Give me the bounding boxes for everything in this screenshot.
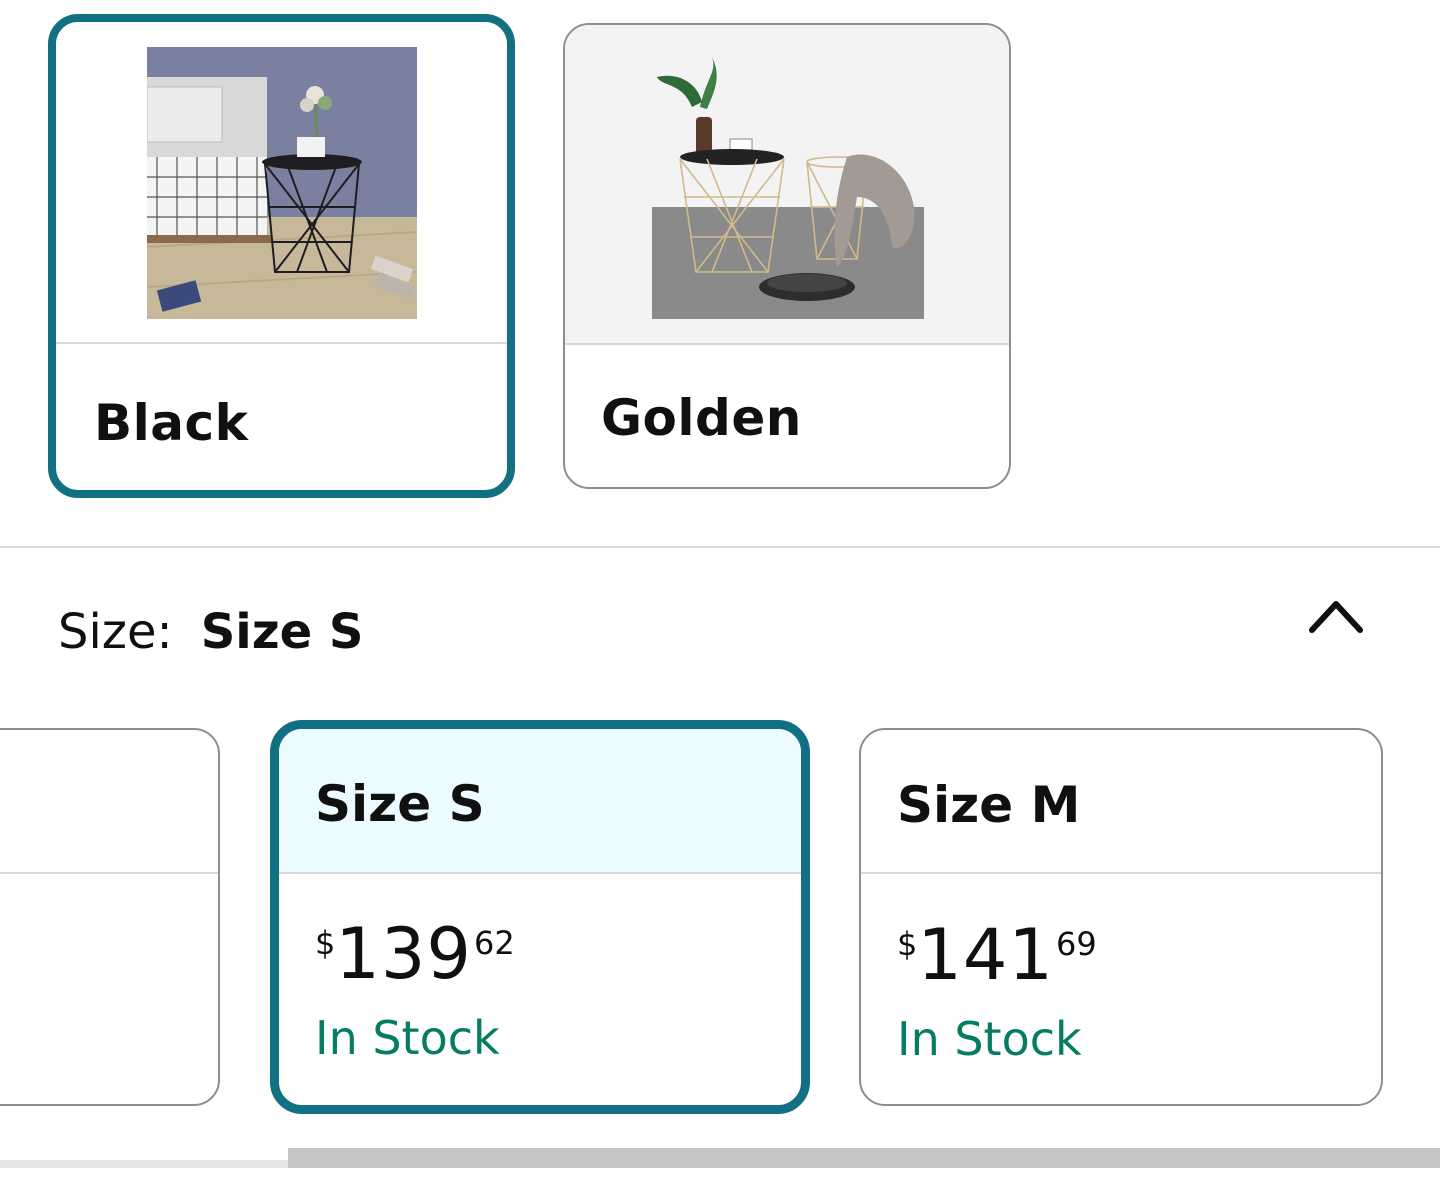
price-whole: 141 (917, 914, 1054, 996)
selected-size-value: Size S (200, 604, 364, 660)
price-fraction: 69 (1055, 925, 1097, 963)
product-image-golden (565, 25, 1009, 345)
price-symbol: $ (897, 925, 918, 963)
section-divider (0, 546, 1440, 548)
color-option-label: Black (94, 394, 249, 452)
product-image-black (56, 22, 507, 344)
variation-selector: Black Golden Size: Size S Size S $13962 … (0, 0, 1440, 1190)
size-option-header: Size M (861, 730, 1381, 874)
black-table-image (147, 47, 417, 319)
size-option-partial[interactable] (0, 728, 220, 1106)
size-option-s[interactable]: Size S $13962 In Stock (270, 720, 810, 1114)
color-option-black[interactable]: Black (48, 14, 515, 498)
stock-status: In Stock (897, 1012, 1082, 1066)
horizontal-scrollbar-thumb[interactable] (288, 1148, 1440, 1168)
price-symbol: $ (315, 924, 336, 962)
stock-status: In Stock (315, 1011, 500, 1065)
color-option-label: Golden (601, 389, 802, 447)
price-fraction: 62 (473, 924, 515, 962)
price-whole: 139 (335, 913, 472, 995)
chevron-up-icon[interactable] (1306, 592, 1366, 640)
size-option-price: $14169 (897, 920, 1097, 990)
size-option-label: Size S (315, 775, 485, 833)
size-option-header (0, 730, 218, 874)
size-option-header: Size S (279, 729, 801, 874)
color-option-golden[interactable]: Golden (563, 23, 1011, 489)
size-option-m[interactable]: Size M $14169 In Stock (859, 728, 1383, 1106)
size-option-label: Size M (897, 776, 1081, 834)
size-header-label: Size: (58, 604, 173, 660)
golden-table-image (652, 47, 924, 319)
size-option-price: $13962 (315, 919, 515, 989)
size-header: Size: Size S (58, 604, 364, 660)
